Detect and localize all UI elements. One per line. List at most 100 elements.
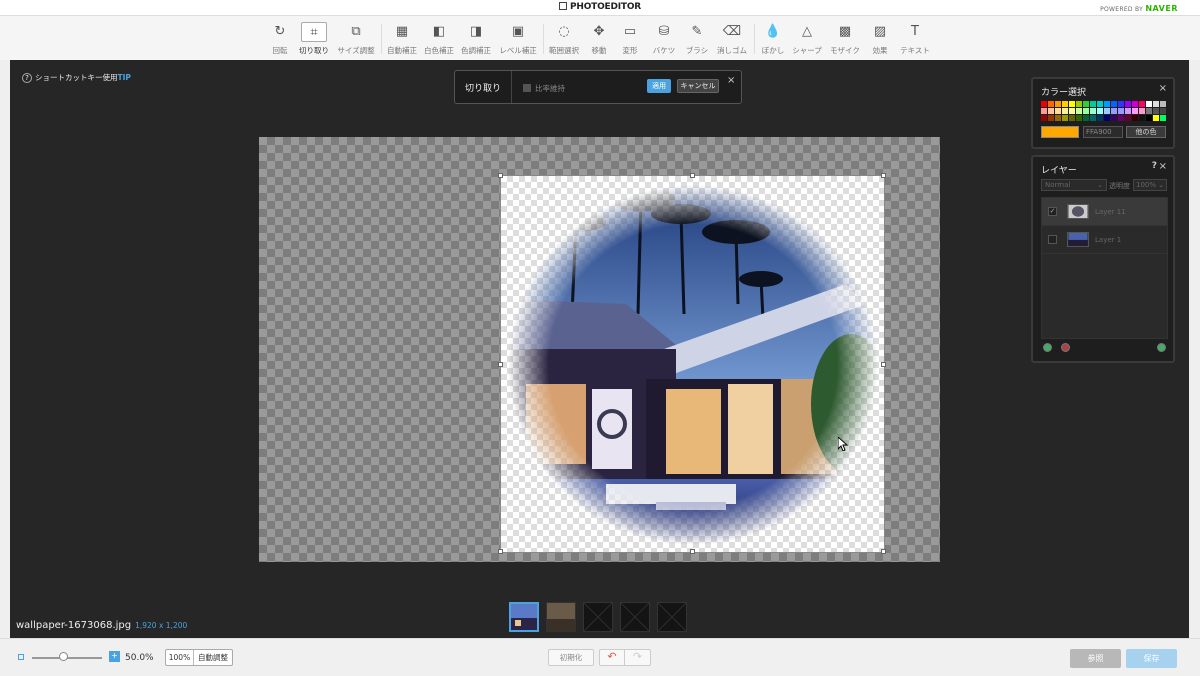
auto-fit-button[interactable]: 自動調整 bbox=[194, 650, 232, 665]
tool-rotate[interactable]: ↻ 回転 bbox=[266, 22, 294, 58]
color-swatch[interactable] bbox=[1132, 115, 1138, 121]
reset-button[interactable]: 初期化 bbox=[548, 649, 594, 666]
color-swatch[interactable] bbox=[1118, 115, 1124, 121]
thumbnail-1[interactable] bbox=[509, 602, 539, 632]
tool-resize[interactable]: ⧉ サイズ調整 bbox=[336, 22, 376, 58]
color-swatch[interactable] bbox=[1139, 101, 1145, 107]
color-swatch[interactable] bbox=[1139, 108, 1145, 114]
color-swatch[interactable] bbox=[1104, 108, 1110, 114]
tool-auto-correct[interactable]: ▦ 自動補正 bbox=[386, 22, 418, 58]
add-layer-icon[interactable] bbox=[1043, 343, 1052, 352]
layer-row[interactable]: ✓ Layer 11 bbox=[1042, 198, 1167, 226]
color-swatch[interactable] bbox=[1041, 101, 1047, 107]
color-swatch[interactable] bbox=[1146, 115, 1152, 121]
layer-row[interactable]: Layer 1 bbox=[1042, 226, 1167, 254]
zoom-100-button[interactable]: 100% bbox=[166, 650, 194, 665]
current-color[interactable] bbox=[1041, 126, 1079, 138]
color-swatch[interactable] bbox=[1069, 115, 1075, 121]
tool-mosaic[interactable]: ▩ モザイク bbox=[828, 22, 862, 58]
tool-sharpen[interactable]: △ シャープ bbox=[790, 22, 824, 58]
color-swatch[interactable] bbox=[1083, 108, 1089, 114]
shortcut-tip[interactable]: ? ショートカットキー使用TIP bbox=[22, 72, 131, 83]
tool-tone-correct[interactable]: ◨ 色調補正 bbox=[460, 22, 492, 58]
color-swatch[interactable] bbox=[1076, 115, 1082, 121]
browse-button[interactable]: 参照 bbox=[1070, 649, 1121, 668]
color-swatch[interactable] bbox=[1125, 115, 1131, 121]
color-swatch[interactable] bbox=[1069, 108, 1075, 114]
color-swatch[interactable] bbox=[1097, 101, 1103, 107]
color-swatch[interactable] bbox=[1090, 101, 1096, 107]
color-swatch[interactable] bbox=[1048, 115, 1054, 121]
color-swatch[interactable] bbox=[1090, 108, 1096, 114]
save-button[interactable]: 保存 bbox=[1126, 649, 1177, 668]
color-swatch[interactable] bbox=[1062, 115, 1068, 121]
layer-visibility-checkbox[interactable] bbox=[1048, 235, 1057, 244]
color-swatch[interactable] bbox=[1055, 101, 1061, 107]
delete-layer-icon[interactable] bbox=[1061, 343, 1070, 352]
crop-handle-left[interactable] bbox=[498, 362, 503, 367]
color-swatch[interactable] bbox=[1062, 101, 1068, 107]
tool-blur[interactable]: 💧 ぼかし bbox=[759, 22, 787, 58]
color-swatch[interactable] bbox=[1153, 101, 1159, 107]
redo-icon[interactable]: ↷ bbox=[625, 649, 651, 666]
thumbnail-empty[interactable] bbox=[620, 602, 650, 632]
color-swatch[interactable] bbox=[1048, 101, 1054, 107]
tool-wb-correct[interactable]: ◧ 白色補正 bbox=[423, 22, 455, 58]
color-swatch[interactable] bbox=[1048, 108, 1054, 114]
color-swatch[interactable] bbox=[1146, 108, 1152, 114]
thumbnail-empty[interactable] bbox=[583, 602, 613, 632]
color-swatch[interactable] bbox=[1132, 101, 1138, 107]
crop-handle-bottom-left[interactable] bbox=[498, 549, 503, 554]
color-swatch[interactable] bbox=[1090, 115, 1096, 121]
color-swatch[interactable] bbox=[1104, 115, 1110, 121]
color-swatch[interactable] bbox=[1132, 108, 1138, 114]
close-icon[interactable]: × bbox=[727, 75, 735, 86]
color-swatch[interactable] bbox=[1083, 101, 1089, 107]
crop-handle-bottom[interactable] bbox=[690, 549, 695, 554]
layer-visibility-checkbox[interactable]: ✓ bbox=[1048, 207, 1057, 216]
zoom-out-icon[interactable] bbox=[18, 654, 24, 660]
layer-settings-icon[interactable] bbox=[1157, 343, 1166, 352]
close-icon[interactable]: × bbox=[1159, 161, 1167, 172]
color-swatch[interactable] bbox=[1111, 115, 1117, 121]
color-swatch[interactable] bbox=[1097, 108, 1103, 114]
color-swatch[interactable] bbox=[1041, 108, 1047, 114]
color-swatch[interactable] bbox=[1146, 101, 1152, 107]
color-swatch[interactable] bbox=[1118, 101, 1124, 107]
color-swatch[interactable] bbox=[1160, 115, 1166, 121]
crop-handle-bottom-right[interactable] bbox=[881, 549, 886, 554]
other-colors-button[interactable]: 他の色 bbox=[1126, 126, 1166, 138]
tool-transform[interactable]: ▭ 変形 bbox=[617, 22, 643, 58]
color-swatch[interactable] bbox=[1111, 101, 1117, 107]
color-swatch[interactable] bbox=[1041, 115, 1047, 121]
crop-selection[interactable] bbox=[498, 173, 886, 554]
thumbnail-2[interactable] bbox=[546, 602, 576, 632]
color-swatch[interactable] bbox=[1076, 101, 1082, 107]
color-swatch[interactable] bbox=[1062, 108, 1068, 114]
crop-handle-right[interactable] bbox=[881, 362, 886, 367]
keep-ratio-checkbox[interactable]: 比率維持 bbox=[523, 83, 565, 94]
crop-handle-top[interactable] bbox=[690, 173, 695, 178]
crop-handle-top-right[interactable] bbox=[881, 173, 886, 178]
cancel-button[interactable]: キャンセル bbox=[677, 79, 719, 93]
blend-mode-select[interactable]: Normal ⌄ bbox=[1041, 179, 1107, 191]
color-swatch[interactable] bbox=[1118, 108, 1124, 114]
color-swatch[interactable] bbox=[1111, 108, 1117, 114]
tool-brush[interactable]: ✎ ブラシ bbox=[683, 22, 711, 58]
thumbnail-empty[interactable] bbox=[657, 602, 687, 632]
color-swatch[interactable] bbox=[1160, 108, 1166, 114]
color-swatch[interactable] bbox=[1153, 108, 1159, 114]
tool-move[interactable]: ✥ 移動 bbox=[586, 22, 612, 58]
zoom-in-icon[interactable]: + bbox=[109, 651, 120, 662]
undo-icon[interactable]: ↶ bbox=[599, 649, 625, 666]
apply-button[interactable]: 適用 bbox=[647, 79, 671, 93]
tool-text[interactable]: T テキスト bbox=[898, 22, 932, 58]
color-swatch[interactable] bbox=[1055, 108, 1061, 114]
tool-effects[interactable]: ▨ 効果 bbox=[867, 22, 893, 58]
tool-eraser[interactable]: ⌫ 消しゴム bbox=[715, 22, 749, 58]
tool-range-select[interactable]: ◌ 範囲選択 bbox=[547, 22, 581, 58]
hex-input[interactable]: FFA900 bbox=[1083, 126, 1123, 138]
zoom-slider-handle[interactable] bbox=[59, 652, 68, 661]
color-swatch[interactable] bbox=[1160, 101, 1166, 107]
color-swatch[interactable] bbox=[1097, 115, 1103, 121]
